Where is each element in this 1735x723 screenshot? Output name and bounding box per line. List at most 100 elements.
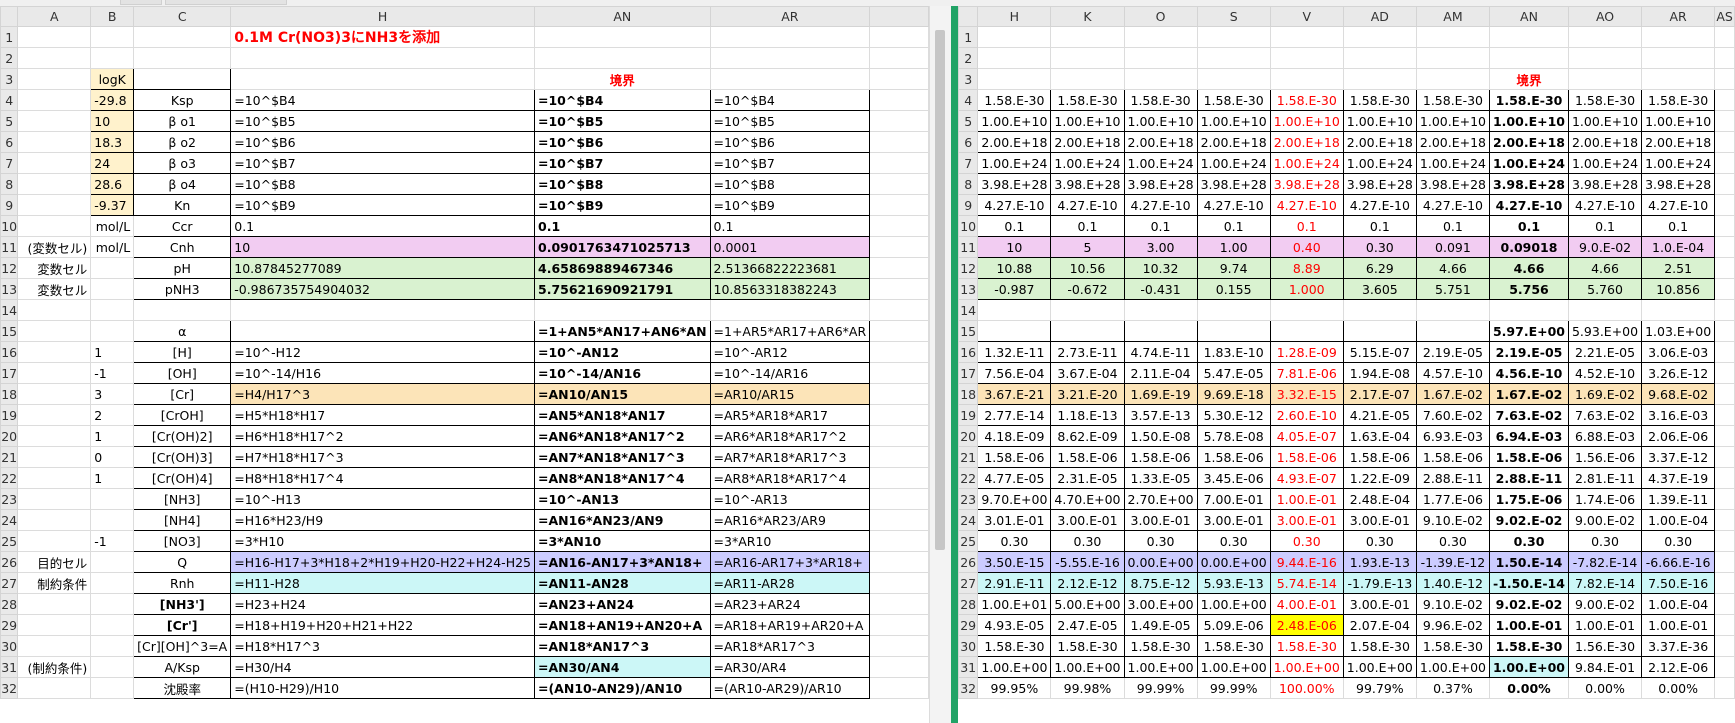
cell[interactable]: 1.58.E-06: [1342, 446, 1417, 468]
row-header[interactable]: 25: [958, 530, 979, 552]
cell[interactable]: [1123, 299, 1198, 321]
row-header[interactable]: 22: [0, 467, 19, 489]
cell-empty[interactable]: [1714, 194, 1735, 216]
cell-a[interactable]: [17, 593, 92, 615]
cell[interactable]: 2.60.E-10: [1269, 404, 1344, 426]
cell[interactable]: 4.74.E-11: [1123, 341, 1198, 363]
cell[interactable]: 1.94.E-08: [1342, 362, 1417, 384]
cell[interactable]: 3.98.E+28: [1488, 173, 1569, 195]
cell-an[interactable]: =10^-AN13: [534, 488, 711, 510]
cell[interactable]: [1488, 47, 1569, 69]
cell[interactable]: 3.98.E+28: [1196, 173, 1271, 195]
cell[interactable]: -5.55.E-16: [1050, 551, 1125, 573]
cell[interactable]: 7.56.E-04: [977, 362, 1052, 384]
cell[interactable]: [1342, 68, 1417, 90]
cell[interactable]: [1196, 320, 1271, 342]
cell-h[interactable]: 0.1: [230, 215, 535, 237]
cell-ar[interactable]: [709, 299, 871, 321]
cell[interactable]: [1269, 26, 1344, 48]
cell-c[interactable]: [NH3]: [133, 488, 232, 510]
cell-ar[interactable]: =AR18+AR19+AR20+A: [709, 614, 871, 636]
cell[interactable]: 0.30: [1196, 530, 1271, 552]
cell[interactable]: 0.30: [1342, 530, 1417, 552]
cell-a[interactable]: 制約条件: [17, 572, 92, 594]
cell-empty[interactable]: [869, 425, 929, 447]
row-header[interactable]: 8: [0, 173, 19, 195]
cell[interactable]: 2.31.E-05: [1050, 467, 1125, 489]
row-header[interactable]: 11: [0, 236, 19, 258]
cell-ar[interactable]: =AR8*AR18*AR17^4: [709, 467, 871, 489]
cell-empty[interactable]: [869, 635, 929, 657]
cell[interactable]: 5.93.E+00: [1567, 320, 1643, 342]
cell-h[interactable]: 10.87845277089: [230, 257, 535, 279]
cell[interactable]: 3.01.E-01: [977, 509, 1052, 531]
cell-ar[interactable]: =10^$B8: [709, 173, 871, 195]
cell-an[interactable]: =10^$B6: [534, 131, 711, 153]
cell-ar[interactable]: =10^$B9: [709, 194, 871, 216]
select-all-corner[interactable]: [958, 6, 979, 27]
cell[interactable]: 1.56.E-30: [1567, 635, 1643, 657]
row-header[interactable]: 29: [0, 614, 19, 636]
cell[interactable]: 3.16.E-03: [1641, 404, 1716, 426]
cell-an[interactable]: =AN11-AN28: [534, 572, 711, 594]
cell[interactable]: 1.00.E-01: [1269, 488, 1344, 510]
cell[interactable]: 2.48.E-06: [1269, 614, 1344, 636]
cell-empty[interactable]: [1714, 635, 1735, 657]
cell[interactable]: 5.78.E-08: [1196, 425, 1271, 447]
row-header[interactable]: 16: [0, 341, 19, 363]
cell-c[interactable]: [Cr][OH]^3=A: [133, 635, 232, 657]
row-header[interactable]: 9: [958, 194, 979, 216]
row-header[interactable]: 18: [0, 383, 19, 405]
cell[interactable]: 0.30: [1567, 530, 1643, 552]
cell-h[interactable]: =H11-H28: [230, 572, 535, 594]
cell-ar[interactable]: =3*AR10: [709, 530, 871, 552]
cell[interactable]: [1050, 68, 1125, 90]
cell[interactable]: 1.58.E-06: [1123, 446, 1198, 468]
cell[interactable]: 4.27.E-10: [1342, 194, 1417, 216]
cell[interactable]: 3.00.E-01: [1050, 509, 1125, 531]
row-header[interactable]: 24: [958, 509, 979, 531]
cell[interactable]: 1.00.E+10: [1488, 110, 1569, 132]
cell-b[interactable]: [90, 551, 135, 573]
cell-empty[interactable]: [869, 278, 929, 300]
cell[interactable]: 4.37.E-19: [1641, 467, 1716, 489]
cell[interactable]: 0.1: [1488, 215, 1569, 237]
row-header[interactable]: 3: [0, 68, 19, 90]
cell-empty[interactable]: [1714, 509, 1735, 531]
column-header[interactable]: AN: [534, 6, 711, 27]
cell-b[interactable]: 1: [90, 467, 135, 489]
cell[interactable]: 3.06.E-03: [1641, 341, 1716, 363]
cell-ar[interactable]: =AR18*AR17^3: [709, 635, 871, 657]
cell[interactable]: 3.57.E-13: [1123, 404, 1198, 426]
cell-empty[interactable]: [869, 614, 929, 636]
cell-c[interactable]: [Cr(OH)4]: [133, 467, 232, 489]
cell-a[interactable]: [17, 635, 92, 657]
column-header[interactable]: AD: [1342, 6, 1417, 27]
cell-empty[interactable]: [869, 404, 929, 426]
cell[interactable]: 99.79%: [1342, 677, 1417, 699]
cell-an[interactable]: 0.0901763471025713: [534, 236, 711, 258]
cell-a[interactable]: [17, 614, 92, 636]
cell[interactable]: 1.00.E+00: [1196, 656, 1271, 678]
cell-a[interactable]: [17, 383, 92, 405]
row-header[interactable]: 30: [958, 635, 979, 657]
cell-b[interactable]: 3: [90, 383, 135, 405]
cell[interactable]: 1.00.E-01: [1641, 614, 1716, 636]
cell-empty[interactable]: [869, 194, 929, 216]
cell-a[interactable]: [17, 89, 92, 111]
cell-empty[interactable]: [1714, 320, 1735, 342]
cell-ar[interactable]: =AR10/AR15: [709, 383, 871, 405]
cell[interactable]: 3.98.E+28: [977, 173, 1052, 195]
cell[interactable]: 7.82.E-14: [1567, 572, 1643, 594]
boundary-label[interactable]: 境界: [1488, 68, 1569, 90]
cell-b[interactable]: -1: [90, 530, 135, 552]
cell[interactable]: 4.56.E-10: [1488, 362, 1569, 384]
cell[interactable]: 2.19.E-05: [1415, 341, 1490, 363]
cell[interactable]: 99.95%: [977, 677, 1052, 699]
cell-a[interactable]: [17, 320, 92, 342]
cell[interactable]: 1.93.E-13: [1342, 551, 1417, 573]
sheet-tab[interactable]: [165, 0, 287, 5]
cell[interactable]: 5.760: [1567, 278, 1643, 300]
cell-empty[interactable]: [1714, 341, 1735, 363]
cell[interactable]: -0.431: [1123, 278, 1198, 300]
